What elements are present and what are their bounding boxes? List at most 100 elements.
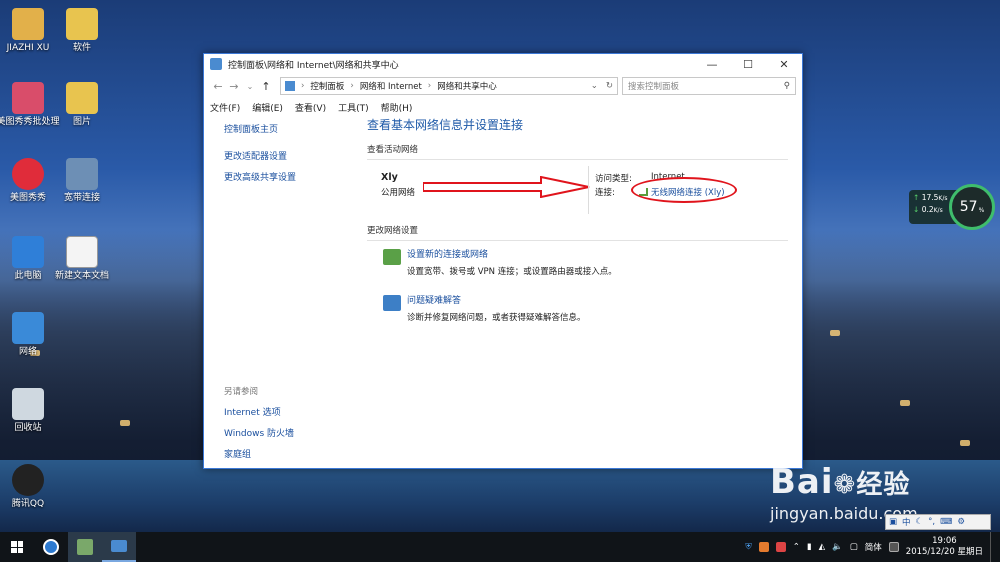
input-method-icon[interactable] — [888, 542, 899, 552]
tray-app-icon[interactable] — [775, 542, 786, 552]
forward-arrow-icon[interactable]: → — [226, 80, 242, 93]
broadband-connection-icon — [66, 158, 98, 190]
wallpaper-light — [960, 440, 970, 446]
desktop-icon-software[interactable]: 软件 — [50, 8, 114, 54]
taskbar-control-panel[interactable] — [102, 532, 136, 562]
taskbar-map-app[interactable] — [68, 532, 102, 562]
active-network: Xly 公用网络 访问类型: Internet 连接: 无线网络连接 (Xly) — [367, 160, 788, 222]
wallpaper-light — [830, 330, 840, 336]
desktop-icon-network[interactable]: 网络 — [0, 312, 60, 358]
address-dropdown-icon[interactable]: ⌄ — [591, 81, 598, 91]
folder-icon — [66, 8, 98, 40]
see-also-label: 另请参阅 — [224, 387, 259, 397]
desktop-icon-label: 宽带连接 — [63, 193, 100, 203]
sidebar-link-advanced-sharing[interactable]: 更改高级共享设置 — [224, 170, 344, 183]
setup-connection-link[interactable]: 设置新的连接或网络 — [407, 247, 788, 260]
ime-toolbar[interactable]: ▣ 中 ☾ °, ⌨ ⚙ — [885, 514, 991, 530]
show-desktop-button[interactable] — [990, 532, 994, 562]
notification-icon[interactable]: ▢ — [850, 542, 858, 552]
sidebar-link-adapter-settings[interactable]: 更改适配器设置 — [224, 149, 344, 162]
address-bar[interactable]: › 控制面板 › 网络和 Internet › 网络和共享中心 ⌄ ↻ — [280, 77, 618, 95]
desktop-icon-qq[interactable]: 腾讯QQ — [0, 464, 60, 510]
window-title: 控制面板\网络和 Internet\网络和共享中心 — [228, 60, 399, 71]
ime-logo-icon: ▣ — [889, 517, 898, 527]
troubleshoot-link[interactable]: 问题疑难解答 — [407, 293, 788, 306]
menu-bar: 文件(F) 编辑(E) 查看(V) 工具(T) 帮助(H) — [204, 98, 802, 116]
desktop-icon-broadband[interactable]: 宽带连接 — [50, 158, 114, 204]
ime-punct-icon[interactable]: °, — [928, 517, 935, 527]
ime-keyboard-icon[interactable]: ⌨ — [940, 517, 952, 527]
network-type[interactable]: 公用网络 — [381, 186, 415, 198]
sidebar-link-homegroup[interactable]: 家庭组 — [224, 447, 344, 460]
download-arrow-icon: ↓ — [913, 205, 920, 214]
breadcrumb-separator-icon: › — [301, 81, 305, 91]
main-panel: 查看基本网络信息并设置连接 查看活动网络 Xly 公用网络 访问类型: Inte… — [367, 116, 788, 339]
desktop-icon-label: 腾讯QQ — [11, 499, 45, 509]
red-circle-annotation — [631, 177, 737, 203]
watermark-brand: Bai — [770, 462, 834, 502]
breadcrumb-network-internet[interactable]: 网络和 Internet — [360, 80, 422, 92]
upload-speed: 17.5 — [921, 193, 939, 202]
qq-penguin-icon — [12, 464, 44, 496]
up-arrow-icon[interactable]: ↑ — [258, 80, 274, 93]
minimize-button[interactable]: — — [694, 54, 730, 74]
wifi-icon[interactable]: ◭ — [819, 542, 826, 552]
desktop-icon-new-text[interactable]: 新建文本文档 — [50, 236, 114, 282]
download-unit: K/s — [933, 207, 943, 214]
clock[interactable]: 19:06 2015/12/20 星期日 — [906, 536, 983, 558]
sidebar-link-firewall[interactable]: Windows 防火墙 — [224, 426, 344, 439]
desktop-icon-recycle-bin[interactable]: 回收站 — [0, 388, 60, 434]
search-input[interactable]: 搜索控制面板 ⚲ — [622, 77, 796, 95]
close-button[interactable]: ✕ — [766, 54, 802, 74]
minimize-icon: — — [706, 57, 718, 71]
ime-moon-icon[interactable]: ☾ — [916, 517, 924, 527]
refresh-icon[interactable]: ↻ — [606, 81, 613, 91]
battery-icon[interactable]: ▮ — [807, 542, 812, 552]
breadcrumb-sharing-center[interactable]: 网络和共享中心 — [437, 80, 497, 92]
volume-icon[interactable]: 🔈 — [832, 542, 843, 552]
baidu-watermark: Bai❁经验 — [770, 462, 910, 502]
breadcrumb-separator-icon: › — [350, 81, 354, 91]
back-arrow-icon[interactable]: ← — [210, 80, 226, 93]
ime-settings-icon[interactable]: ⚙ — [957, 517, 965, 527]
tray-app-icon[interactable] — [758, 542, 769, 552]
menu-help[interactable]: 帮助(H) — [381, 101, 413, 114]
page-title: 查看基本网络信息并设置连接 — [367, 118, 524, 132]
search-placeholder: 搜索控制面板 — [628, 82, 680, 92]
taskbar-browser[interactable] — [34, 532, 68, 562]
recent-dropdown-icon[interactable]: ⌄ — [242, 82, 258, 91]
show-hidden-icons-icon[interactable]: ⌃ — [793, 542, 800, 552]
sidebar-link-internet-options[interactable]: Internet 选项 — [224, 405, 344, 418]
desktop-icon-label: 新建文本文档 — [54, 271, 109, 281]
change-settings-header: 更改网络设置 — [367, 224, 788, 241]
breadcrumb-control-panel[interactable]: 控制面板 — [310, 80, 344, 92]
control-panel-icon — [210, 58, 222, 70]
clock-time: 19:06 — [932, 536, 957, 546]
wallpaper-light — [900, 400, 910, 406]
maximize-button[interactable]: ☐ — [730, 54, 766, 74]
ime-language[interactable]: 中 — [902, 516, 911, 528]
network-divider — [588, 166, 589, 214]
menu-edit[interactable]: 编辑(E) — [252, 101, 283, 114]
ime-indicator[interactable]: 简体 — [865, 541, 882, 553]
folder-icon — [66, 82, 98, 114]
desktop-icon-pictures[interactable]: 图片 — [50, 82, 114, 128]
window-content: 控制面板主页 更改适配器设置 更改高级共享设置 另请参阅 Internet 选项… — [204, 116, 802, 460]
desktop-icon-label: 回收站 — [14, 423, 42, 433]
desktop-icon-label: 美图秀秀 — [9, 193, 46, 203]
download-speed: 0.2 — [921, 205, 934, 214]
start-button[interactable] — [0, 532, 34, 562]
search-icon: ⚲ — [783, 81, 790, 91]
new-connection-icon — [383, 249, 401, 265]
shield-icon[interactable]: ⛨ — [745, 542, 751, 552]
menu-file[interactable]: 文件(F) — [210, 101, 240, 114]
menu-view[interactable]: 查看(V) — [295, 101, 326, 114]
text-document-icon — [66, 236, 98, 268]
recycle-bin-icon — [12, 388, 44, 420]
sidebar-link-home[interactable]: 控制面板主页 — [224, 122, 344, 135]
wallpaper-light — [120, 420, 130, 426]
network-speed-widget[interactable]: ↑ 17.5K/s ↓ 0.2K/s 57% — [909, 184, 995, 230]
menu-tools[interactable]: 工具(T) — [338, 101, 369, 114]
control-panel-icon — [111, 540, 127, 552]
title-bar[interactable]: 控制面板\网络和 Internet\网络和共享中心 — ☐ ✕ — [204, 54, 802, 74]
